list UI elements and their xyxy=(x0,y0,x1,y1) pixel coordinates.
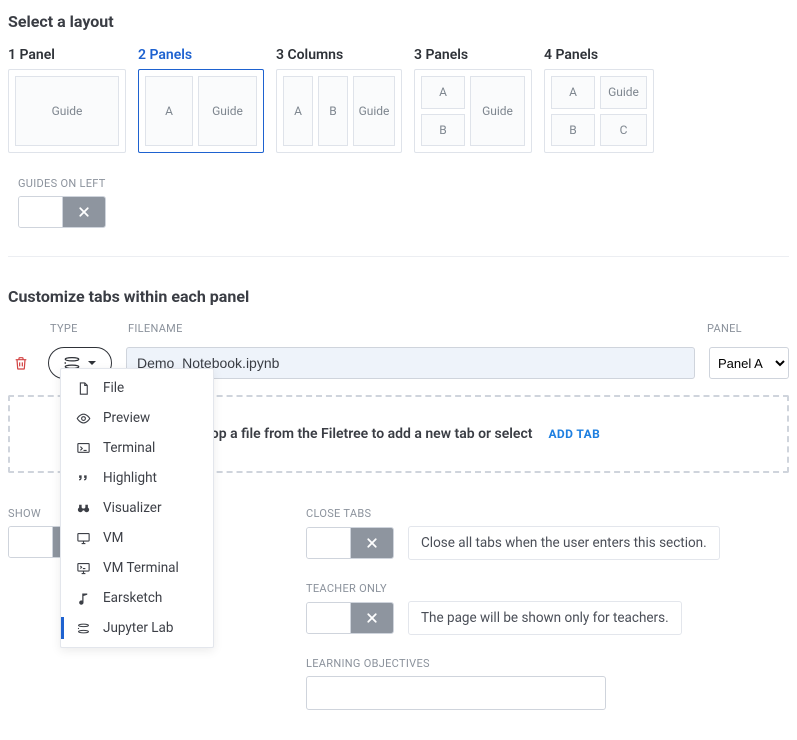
binoculars-icon xyxy=(75,501,91,516)
menu-item-label: Earsketch xyxy=(103,590,162,606)
layout-option-4panels[interactable]: A B Guide C xyxy=(544,69,654,153)
delete-tab-button[interactable] xyxy=(8,355,34,371)
layout-label-3: 3 Columns xyxy=(276,47,402,63)
x-icon xyxy=(351,603,393,633)
type-dropdown-menu: File Preview Terminal Highlight Visualiz… xyxy=(60,368,214,648)
layout-option-1panel[interactable]: Guide xyxy=(8,69,126,153)
panel-cell-c: C xyxy=(600,114,647,147)
divider xyxy=(8,256,789,257)
tabs-header-row: TYPE FILENAME PANEL xyxy=(8,322,789,341)
toggle-knob xyxy=(307,603,351,633)
x-icon xyxy=(63,197,105,227)
menu-item-label: File xyxy=(103,380,124,396)
close-tabs-toggle[interactable] xyxy=(306,527,394,559)
menu-item-label: Preview xyxy=(103,410,150,426)
menu-item-preview[interactable]: Preview xyxy=(61,403,213,433)
dropzone-text: Drop a file from the Filetree to add a n… xyxy=(197,426,533,442)
learning-objectives-input[interactable] xyxy=(306,676,606,710)
layout-label-1: 1 Panel xyxy=(8,47,126,63)
layout-label-2: 2 Panels xyxy=(138,47,264,63)
layout-option-3columns[interactable]: A B Guide xyxy=(276,69,402,153)
menu-item-vmterminal[interactable]: VM Terminal xyxy=(61,553,213,583)
teacher-only-label: TEACHER ONLY xyxy=(306,582,789,595)
section-title-customize: Customize tabs within each panel xyxy=(8,287,789,306)
toggle-knob xyxy=(307,528,351,558)
menu-item-label: Highlight xyxy=(103,470,157,486)
panel-cell-b: B xyxy=(551,114,595,147)
eye-icon xyxy=(75,411,91,426)
col-filename-label: FILENAME xyxy=(128,322,693,335)
toggle-knob xyxy=(19,197,63,227)
layout-option-3panels[interactable]: A B Guide xyxy=(414,69,532,153)
layout-label-4: 3 Panels xyxy=(414,47,532,63)
menu-item-terminal[interactable]: Terminal xyxy=(61,433,213,463)
menu-item-label: VM xyxy=(103,530,123,546)
col-panel-label: PANEL xyxy=(707,322,787,335)
close-tabs-description: Close all tabs when the user enters this… xyxy=(408,526,720,560)
panel-cell-a: A xyxy=(283,76,313,146)
panel-cell-guide: Guide xyxy=(353,76,395,146)
panel-cell-a: A xyxy=(551,76,595,109)
menu-item-visualizer[interactable]: Visualizer xyxy=(61,493,213,523)
teacher-only-toggle[interactable] xyxy=(306,602,394,634)
close-tabs-label: CLOSE TABS xyxy=(306,507,789,520)
guides-on-left-label: GUIDES ON LEFT xyxy=(18,177,789,190)
toggle-knob xyxy=(9,527,53,557)
panel-cell-b: B xyxy=(318,76,348,146)
menu-item-label: VM Terminal xyxy=(103,560,179,576)
panel-cell-a: A xyxy=(421,76,465,109)
jupyter-icon xyxy=(75,621,91,636)
panel-cell-guide: Guide xyxy=(198,76,257,146)
layout-label-5: 4 Panels xyxy=(544,47,654,63)
section-title-layout: Select a layout xyxy=(8,12,789,31)
x-icon xyxy=(351,528,393,558)
menu-item-earsketch[interactable]: Earsketch xyxy=(61,583,213,613)
monitor-icon xyxy=(75,531,91,546)
teacher-only-description: The page will be shown only for teachers… xyxy=(408,601,682,635)
col-type-label: TYPE xyxy=(50,322,114,335)
monitor-terminal-icon xyxy=(75,561,91,576)
add-tab-button[interactable]: ADD TAB xyxy=(548,427,600,441)
layout-options: 1 Panel Guide 2 Panels A Guide 3 Columns… xyxy=(8,47,789,153)
panel-cell-guide: Guide xyxy=(600,76,647,109)
music-note-icon xyxy=(75,591,91,606)
menu-item-label: Visualizer xyxy=(103,500,162,516)
panel-cell-guide: Guide xyxy=(15,76,119,146)
terminal-icon xyxy=(75,441,91,456)
file-icon xyxy=(75,381,91,396)
menu-item-label: Jupyter Lab xyxy=(103,620,173,636)
menu-item-label: Terminal xyxy=(103,440,155,456)
menu-item-jupyter[interactable]: Jupyter Lab xyxy=(61,613,213,643)
menu-item-file[interactable]: File xyxy=(61,373,213,403)
layout-option-2panels[interactable]: A Guide xyxy=(138,69,264,153)
panel-cell-a: A xyxy=(145,76,193,146)
panel-cell-b: B xyxy=(421,114,465,147)
guides-on-left-toggle[interactable] xyxy=(18,196,106,228)
panel-cell-guide: Guide xyxy=(470,76,525,146)
menu-item-highlight[interactable]: Highlight xyxy=(61,463,213,493)
learning-objectives-label: LEARNING OBJECTIVES xyxy=(306,657,789,670)
panel-select[interactable]: Panel A xyxy=(709,347,789,379)
menu-item-vm[interactable]: VM xyxy=(61,523,213,553)
quote-icon xyxy=(75,471,91,486)
